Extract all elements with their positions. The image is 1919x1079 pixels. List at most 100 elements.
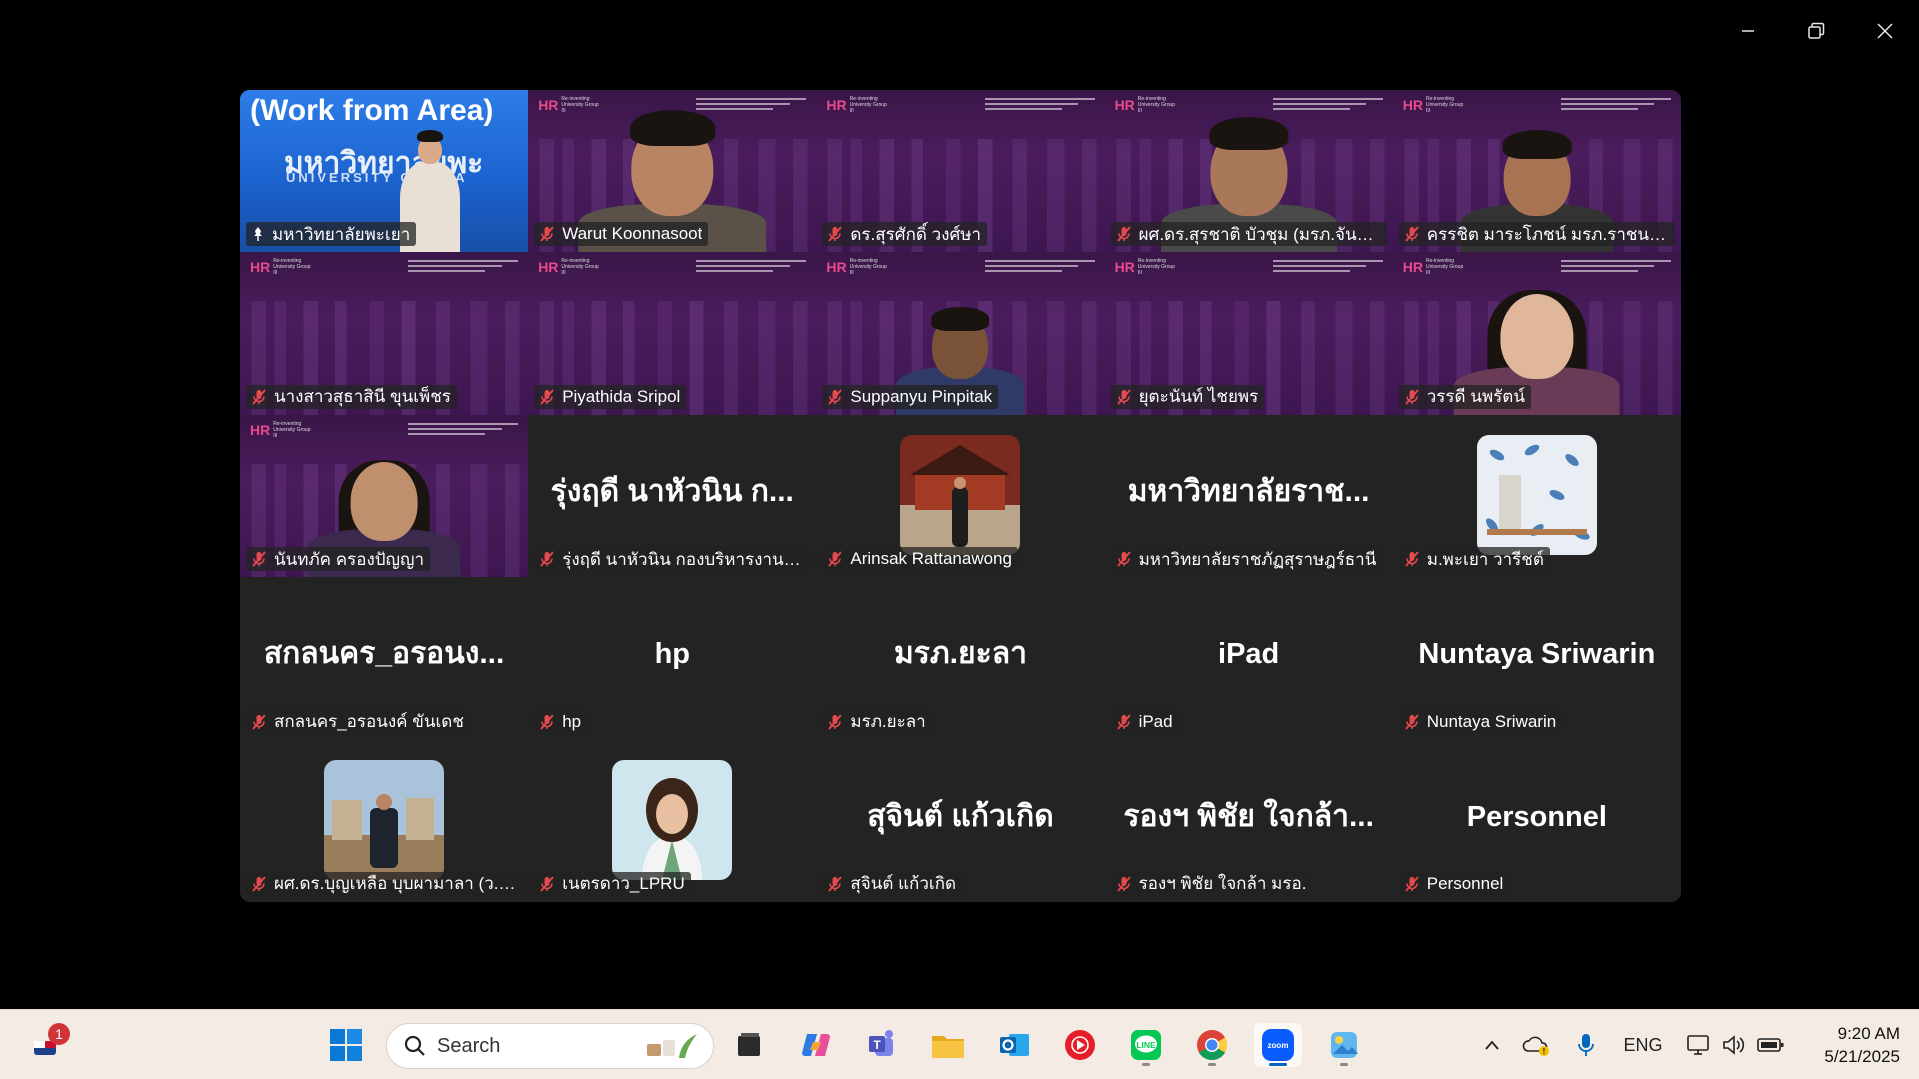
restore-button[interactable] xyxy=(1786,12,1846,50)
mic-muted-icon xyxy=(1116,226,1131,242)
svg-text:!: ! xyxy=(1543,1047,1546,1056)
close-icon xyxy=(1877,23,1893,39)
close-button[interactable] xyxy=(1855,12,1915,50)
chevron-up-icon xyxy=(1485,1040,1499,1050)
clock-time: 9:20 AM xyxy=(1837,1024,1900,1043)
mic-muted-icon xyxy=(540,226,554,242)
hr-logo-tagline: Re-inventing University Group III xyxy=(1425,96,1464,114)
participant-name: มหาวิทยาลัยพะเยา xyxy=(272,224,411,244)
participant-nameplate: นันทภัค ครองปัญญา xyxy=(246,547,431,572)
participant-name: สุจินต์ แก้วเกิด xyxy=(850,874,957,894)
svg-text:LINE: LINE xyxy=(1136,1040,1156,1050)
network-icon xyxy=(1687,1035,1709,1055)
participant-tile[interactable]: Arinsak Rattanawong xyxy=(816,414,1105,578)
participant-nameplate: ครรชิต มาระโภชน์ มรภ.ราชนครินทร... xyxy=(1398,222,1675,247)
mic-muted-icon xyxy=(252,551,266,567)
search-icon xyxy=(404,1035,425,1056)
search-placeholder: Search xyxy=(437,1034,501,1057)
onedrive-tray[interactable]: ! xyxy=(1520,1028,1554,1062)
participant-tile[interactable]: ผศ.ดร.บุญเหลือ บุบผามาลา (ว.พิ... xyxy=(240,739,529,902)
participant-tile[interactable]: iPad iPad xyxy=(1104,577,1393,740)
participant-nameplate: ม.พะเยา วารีชต์ xyxy=(1398,547,1550,572)
participant-tile[interactable]: hp hp xyxy=(528,577,817,740)
participant-tile[interactable]: HR Re-inventing University Group III Suppa… xyxy=(816,252,1105,415)
hr-logo-tagline: Re-inventing University Group III xyxy=(561,258,599,277)
hr-banner xyxy=(408,260,519,276)
participant-tile[interactable]: รองฯ พิชัย ใจกล้า... รองฯ พิชัย ใจกล้า มร… xyxy=(1104,739,1393,902)
hr-banner xyxy=(984,98,1095,114)
participant-avatar xyxy=(1476,434,1597,555)
hr-logo-letters: HR xyxy=(250,421,271,438)
participant-nameplate: Nuntaya Sriwarin xyxy=(1398,709,1563,734)
taskbar-app-teams[interactable]: T xyxy=(858,1023,906,1067)
volume-tray[interactable] xyxy=(1718,1028,1748,1062)
cloud-warning-icon: ! xyxy=(1522,1036,1549,1056)
participant-nameplate: มหาวิทยาลัยพะเยา xyxy=(246,222,417,247)
taskbar-app-file-explorer[interactable] xyxy=(924,1023,972,1067)
mic-muted-icon xyxy=(828,226,843,242)
participant-nameplate: Arinsak Rattanawong xyxy=(822,547,1018,572)
hr-logo-tagline: Re-inventing University Group III xyxy=(849,96,887,114)
participant-nameplate: นางสาวสุธาสินี ขุนเพ็ชร xyxy=(246,384,457,409)
clock[interactable]: 9:20 AM 5/21/2025 xyxy=(1804,1022,1900,1068)
participant-tile[interactable]: สกลนคร_อรอนง... สกลนคร_อรอนงค์ ขันเดช xyxy=(240,577,529,740)
participant-tile[interactable]: (Work from Area) มหาวิทยาลัยพะ UNIVERSITY … xyxy=(240,90,529,253)
taskbar-search-box[interactable]: Search xyxy=(386,1023,714,1069)
hr-logo-letters: HR xyxy=(538,259,559,276)
start-button[interactable] xyxy=(322,1023,370,1067)
participant-tile[interactable]: ม.พะเยา วารีชต์ xyxy=(1392,414,1681,578)
microphone-tray[interactable] xyxy=(1572,1028,1600,1062)
participant-name: ผศ.ดร.บุญเหลือ บุบผามาลา (ว.พิ... xyxy=(274,874,516,894)
taskbar-app-zoom[interactable]: zoom xyxy=(1254,1023,1302,1067)
taskbar-app-copilot[interactable] xyxy=(792,1023,840,1067)
participant-name: ดร.สุรศักดิ์ วงศ์ษา xyxy=(850,224,982,244)
participant-tile[interactable]: เนตรดาว_LPRU xyxy=(528,739,817,902)
input-language[interactable]: ENG xyxy=(1622,1028,1664,1062)
hr-logo-letters: HR xyxy=(826,97,847,113)
taskbar-app-photos[interactable] xyxy=(1320,1023,1368,1067)
photos-icon xyxy=(1331,1032,1358,1058)
participant-tile[interactable]: รุ่งฤดี นาหัวนิน ก... รุ่งฤดี นาหัวนิน กอ… xyxy=(528,414,817,578)
participant-tile[interactable]: HR Re-inventing University Group III Piyat… xyxy=(528,252,817,415)
participant-tile[interactable]: HR Re-inventing University Group III วรรดี… xyxy=(1392,252,1681,415)
mic-muted-icon xyxy=(1405,389,1419,405)
battery-tray[interactable] xyxy=(1754,1028,1788,1062)
zoom-meeting-window: (Work from Area) มหาวิทยาลัยพะ UNIVERSITY … xyxy=(0,0,1919,1079)
participant-tile[interactable]: Personnel Personnel xyxy=(1392,739,1681,902)
participant-name: Personnel xyxy=(1426,873,1504,893)
participant-name: Warut Koonnasoot xyxy=(562,224,703,244)
participant-tile[interactable]: สุจินต์ แก้วเกิด สุจินต์ แก้วเกิด xyxy=(816,739,1105,902)
participant-tile[interactable]: HR Re-inventing University Group III ดร.สุ… xyxy=(816,90,1105,253)
participant-display-name: มหาวิทยาลัยราช... xyxy=(1127,474,1370,508)
participant-name: iPad xyxy=(1138,711,1173,731)
participant-nameplate: สกลนคร_อรอนงค์ ขันเดช xyxy=(246,709,470,734)
mic-muted-icon xyxy=(252,713,266,730)
show-hidden-icons-button[interactable] xyxy=(1478,1028,1506,1062)
windows-taskbar: 1 Search T LINE zoom ! ENG 9:20 AM 5/21/… xyxy=(0,1009,1919,1079)
taskbar-app-outlook[interactable] xyxy=(990,1023,1038,1067)
taskbar-app-file-manager[interactable] xyxy=(725,1023,773,1067)
participant-tile[interactable]: HR Re-inventing University Group III Warut… xyxy=(528,90,817,253)
participant-tile[interactable]: HR Re-inventing University Group III ยุตะน… xyxy=(1104,252,1393,415)
network-tray[interactable] xyxy=(1684,1028,1714,1062)
participant-tile[interactable]: มรภ.ยะลา มรภ.ยะลา xyxy=(816,577,1105,740)
participant-tile[interactable]: มหาวิทยาลัยราช... มหาวิทยาลัยราชภัฏสุราษฎ… xyxy=(1104,414,1393,578)
participant-tile[interactable]: HR Re-inventing University Group III ครรชิ… xyxy=(1392,90,1681,253)
participant-avatar xyxy=(900,434,1021,555)
participant-tile[interactable]: HR Re-inventing University Group III นันทภ… xyxy=(240,414,529,578)
participant-tile[interactable]: HR Re-inventing University Group III นางสา… xyxy=(240,252,529,415)
participant-tile[interactable]: HR Re-inventing University Group III ผศ.ดร… xyxy=(1104,90,1393,253)
taskbar-app-chrome[interactable] xyxy=(1188,1023,1236,1067)
hr-logo: HR Re-inventing University Group III xyxy=(826,258,889,276)
participant-name: ม.พะเยา วารีชต์ xyxy=(1426,549,1544,569)
participant-nameplate: รองฯ พิชัย ใจกล้า มรอ. xyxy=(1110,871,1313,896)
participant-nameplate: iPad xyxy=(1110,709,1179,734)
minimize-button[interactable] xyxy=(1718,12,1778,50)
participant-tile[interactable]: Nuntaya Sriwarin Nuntaya Sriwarin xyxy=(1392,577,1681,740)
svg-text:zoom: zoom xyxy=(1268,1041,1289,1050)
participant-nameplate: Suppanyu Pinpitak xyxy=(822,384,999,409)
widgets-button[interactable]: 1 xyxy=(22,1023,70,1067)
taskbar-app-line[interactable]: LINE xyxy=(1122,1023,1170,1067)
participant-name: Nuntaya Sriwarin xyxy=(1426,711,1557,731)
taskbar-app-youtube-music[interactable] xyxy=(1056,1023,1104,1067)
